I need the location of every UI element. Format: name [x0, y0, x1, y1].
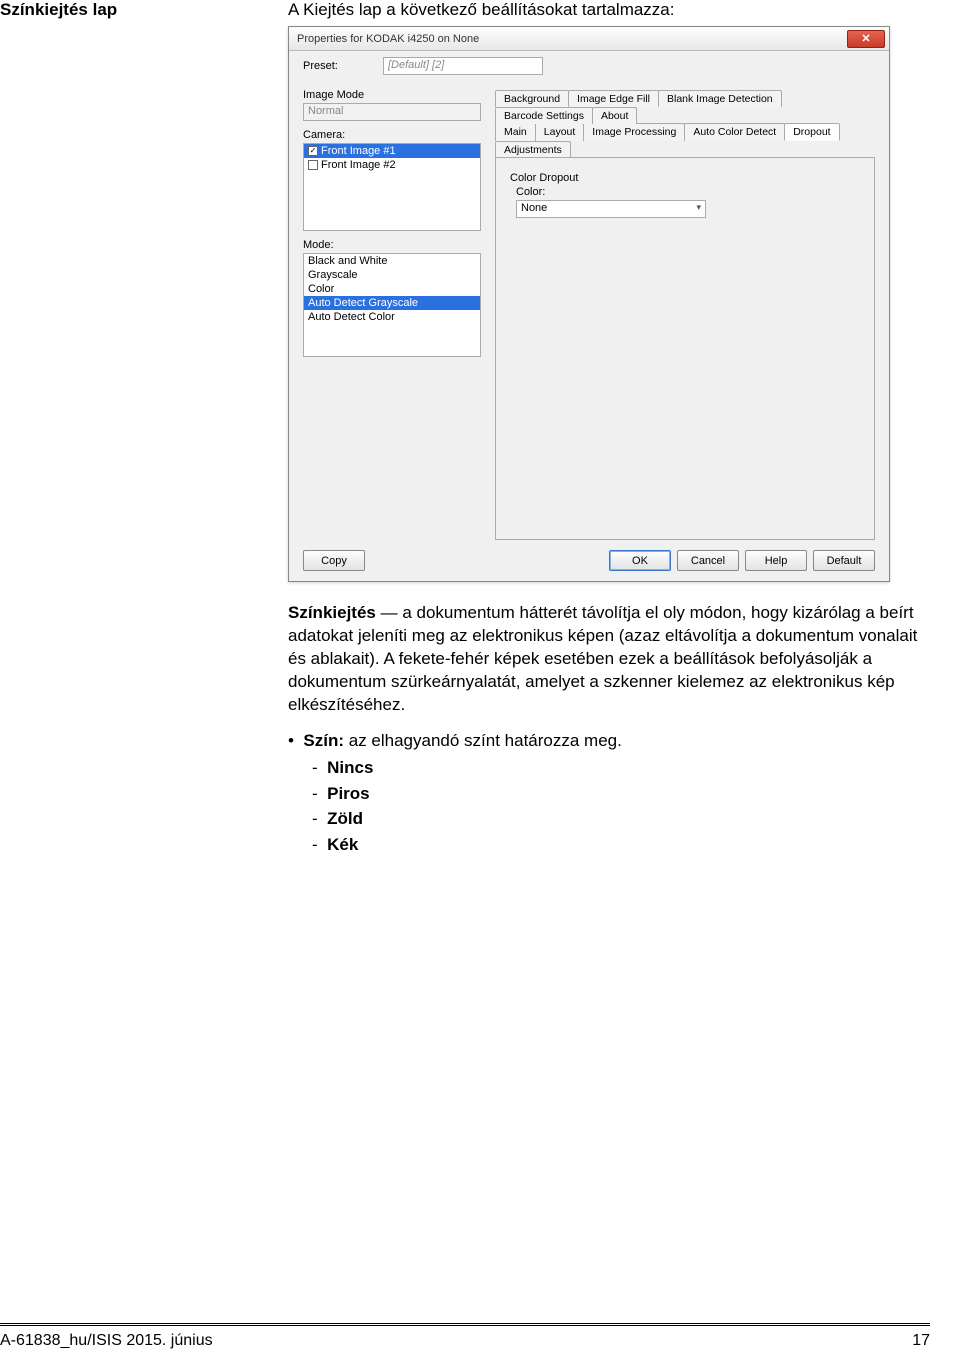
cancel-button[interactable]: Cancel: [677, 550, 739, 571]
list-item[interactable]: Grayscale: [304, 268, 480, 282]
option-item: - Nincs: [312, 755, 930, 781]
footer-page-number: 17: [912, 1332, 930, 1350]
copy-button[interactable]: Copy: [303, 550, 365, 571]
list-item-label: Front Image #1: [321, 145, 396, 157]
titlebar: Properties for KODAK i4250 on None ✕: [289, 27, 889, 51]
option-item: - Zöld: [312, 806, 930, 832]
dialog-title: Properties for KODAK i4250 on None: [297, 33, 479, 45]
preset-row: Preset: [Default] [2]: [289, 51, 889, 81]
paragraph-body: — a dokumentum hátterét távolítja el oly…: [288, 603, 917, 714]
list-item-label: Black and White: [308, 255, 387, 267]
color-dropout-section: Color Dropout: [510, 172, 860, 184]
preset-label: Preset:: [303, 60, 383, 72]
default-button[interactable]: Default: [813, 550, 875, 571]
tab-adjustments[interactable]: Adjustments: [495, 141, 571, 158]
tab-dropout[interactable]: Dropout: [784, 123, 839, 141]
list-item-label: Front Image #2: [321, 159, 396, 171]
tab-blank-image-detection[interactable]: Blank Image Detection: [658, 90, 782, 107]
ok-button[interactable]: OK: [609, 550, 671, 571]
mode-listbox[interactable]: Black and White Grayscale Color Auto Det…: [303, 253, 481, 357]
list-item-label: Auto Detect Color: [308, 311, 395, 323]
checkbox-icon: ✓: [308, 146, 318, 156]
option-label: Nincs: [327, 758, 373, 777]
intro-text: A Kiejtés lap a következő beállításokat …: [288, 0, 930, 20]
tab-layout[interactable]: Layout: [535, 123, 585, 141]
tab-about[interactable]: About: [592, 107, 637, 124]
bullet-rest: az elhagyandó színt határozza meg.: [344, 731, 622, 750]
preset-select[interactable]: [Default] [2]: [383, 57, 543, 75]
imagemode-label: Image Mode: [303, 89, 481, 101]
checkbox-icon: [308, 160, 318, 170]
imagemode-select[interactable]: Normal: [303, 103, 481, 121]
option-label: Kék: [327, 835, 358, 854]
camera-label: Camera:: [303, 129, 481, 141]
list-item-label: Grayscale: [308, 269, 358, 281]
list-item[interactable]: Auto Detect Grayscale: [304, 296, 480, 310]
properties-dialog: Properties for KODAK i4250 on None ✕ Pre…: [288, 26, 890, 582]
tab-image-edge-fill[interactable]: Image Edge Fill: [568, 90, 659, 107]
list-item[interactable]: Black and White: [304, 254, 480, 268]
bullet-label: Szín:: [303, 731, 344, 750]
page-footer: A-61838_hu/ISIS 2015. június 17: [0, 1323, 930, 1350]
list-item[interactable]: Color: [304, 282, 480, 296]
color-label: Color:: [516, 186, 860, 198]
section-title: Színkiejtés lap: [0, 0, 280, 20]
color-select[interactable]: None: [516, 200, 706, 218]
option-label: Zöld: [327, 809, 363, 828]
list-item[interactable]: ✓ Front Image #1: [304, 144, 480, 158]
close-button[interactable]: ✕: [847, 30, 885, 48]
footer-doc-id: A-61838_hu/ISIS 2015. június: [0, 1332, 213, 1350]
mode-label: Mode:: [303, 239, 481, 251]
list-item[interactable]: Front Image #2: [304, 158, 480, 172]
option-label: Piros: [327, 784, 370, 803]
tab-auto-color-detect[interactable]: Auto Color Detect: [684, 123, 785, 141]
tab-main[interactable]: Main: [495, 123, 536, 141]
tab-image-processing[interactable]: Image Processing: [583, 123, 685, 141]
option-item: - Piros: [312, 781, 930, 807]
list-item-label: Color: [308, 283, 334, 295]
tab-background[interactable]: Background: [495, 90, 569, 107]
tab-barcode-settings[interactable]: Barcode Settings: [495, 107, 593, 124]
list-item-label: Auto Detect Grayscale: [308, 297, 418, 309]
dialog-buttons: Copy OK Cancel Help Default: [289, 544, 889, 581]
camera-listbox[interactable]: ✓ Front Image #1 Front Image #2: [303, 143, 481, 231]
help-button[interactable]: Help: [745, 550, 807, 571]
tab-body: Color Dropout Color: None: [495, 157, 875, 540]
list-item[interactable]: Auto Detect Color: [304, 310, 480, 324]
close-icon: ✕: [861, 32, 870, 45]
body-paragraph: Színkiejtés — a dokumentum hátterét távo…: [288, 602, 930, 717]
paragraph-lead: Színkiejtés: [288, 603, 376, 622]
bullet-szin: • Szín: az elhagyandó színt határozza me…: [288, 729, 930, 754]
option-item: - Kék: [312, 832, 930, 858]
